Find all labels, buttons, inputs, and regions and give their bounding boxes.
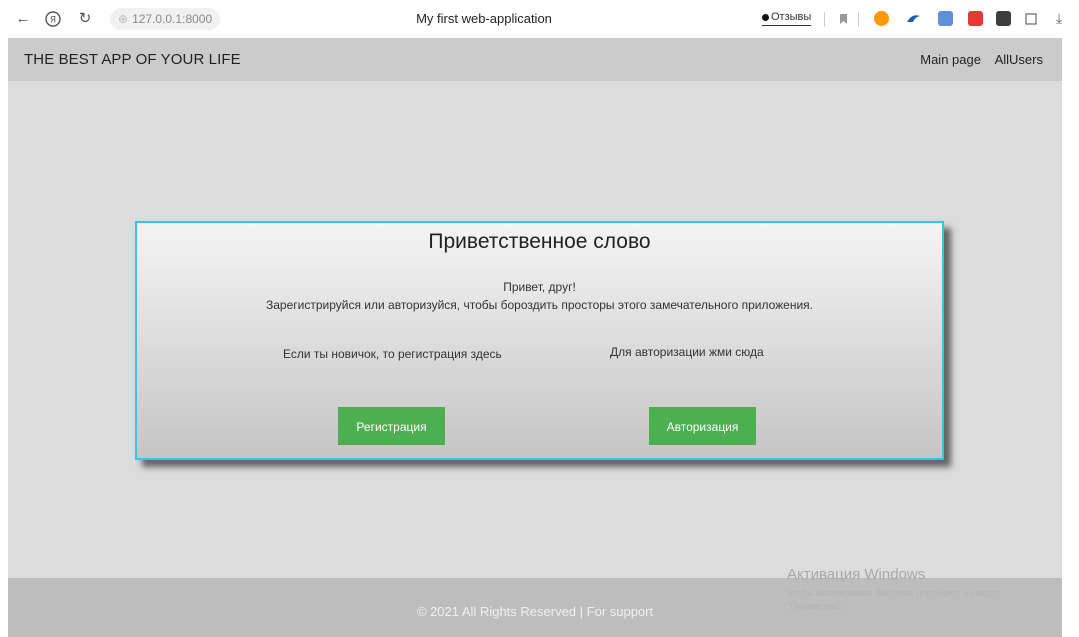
brand-title: THE BEST APP OF YOUR LIFE [24, 51, 241, 68]
app-header: THE BEST APP OF YOUR LIFE Main page AllU… [8, 38, 1062, 81]
watermark-subtitle: Чтобы активировать Windows, перейдите в … [787, 588, 1000, 611]
login-button[interactable]: Авторизация [649, 407, 756, 445]
divider [858, 12, 859, 27]
feedback-button[interactable]: Отзывы [762, 11, 812, 26]
extension-cloud-icon[interactable] [938, 11, 953, 26]
welcome-card: Приветственное слово Привет, друг! Зарег… [135, 221, 944, 460]
greeting-line-2: Зарегистрируйся или авторизуйся, чтобы б… [266, 298, 813, 312]
divider [824, 12, 825, 27]
extension-puzzle-icon[interactable] [1024, 11, 1039, 26]
tab-title: My first web-application [416, 11, 552, 26]
register-button[interactable]: Регистрация [338, 407, 445, 445]
extension-orange-icon[interactable] [874, 11, 889, 26]
greeting-line-1: Привет, друг! [503, 280, 576, 294]
extension-bird-icon[interactable] [906, 11, 921, 26]
download-icon[interactable]: ⤓ [1056, 11, 1071, 26]
extension-dark-icon[interactable] [996, 11, 1011, 26]
bookmark-icon[interactable] [836, 11, 851, 26]
browser-toolbar: ← Я ↻ ⊕ 127.0.0.1:8000 My first web-appli… [0, 0, 1079, 38]
card-title: Приветственное слово [428, 230, 651, 253]
feedback-label: Отзывы [771, 11, 812, 23]
login-hint: Для авторизации жми сюда [610, 345, 764, 359]
windows-activation-watermark: Активация Windows Чтобы активировать Win… [787, 566, 1057, 613]
watermark-title: Активация Windows [787, 566, 926, 583]
main-area: Приветственное слово Привет, друг! Зарег… [8, 81, 1062, 578]
nav-link-all-users[interactable]: AllUsers [995, 52, 1043, 67]
nav-link-main-page[interactable]: Main page [920, 52, 981, 67]
extension-red-icon[interactable] [968, 11, 983, 26]
top-nav: Main page AllUsers [910, 52, 1043, 67]
speech-bubble-icon [762, 13, 769, 21]
register-hint: Если ты новичок, то регистрация здесь [283, 347, 502, 361]
